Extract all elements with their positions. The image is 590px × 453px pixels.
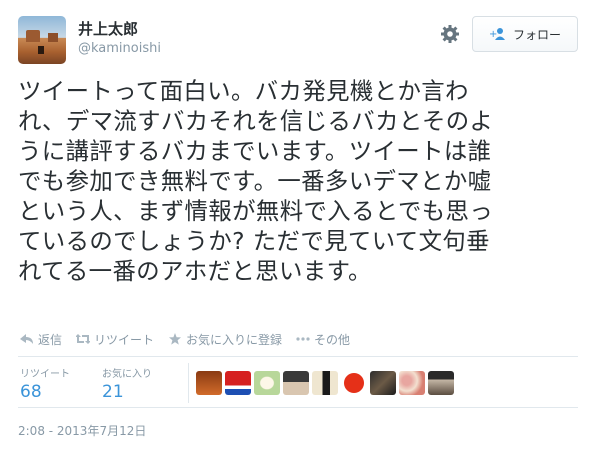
reply-action[interactable]: 返信 [20,331,62,348]
star-icon [169,333,182,345]
retweets-label: リツイート [20,369,70,380]
retweet-icon [76,334,91,344]
favorites-stat[interactable]: お気に入り 21 [102,365,152,402]
favorite-action[interactable]: お気に入りに登録 [168,331,282,348]
retweeter-avatars [196,371,454,395]
retweets-count: 68 [20,382,42,402]
tweet-text: ツイートって面白い。バカ発見機とか言わ れ、デマ流すバカそれを信じるバカとそのよ… [18,76,578,286]
retweeter-avatar[interactable] [196,371,222,395]
retweeter-avatar[interactable] [428,371,454,395]
retweeter-avatar[interactable] [370,371,396,395]
reply-icon [20,334,33,344]
avatar-mesa-shape [48,33,58,42]
tweet-line: うに講評するバカまでいます。ツイートは誰 [18,137,492,165]
screen-name[interactable]: @kaminoishi [78,41,161,56]
avatar-mesa-shape [26,30,40,42]
favorite-label: お気に入りに登録 [186,332,283,347]
gear-icon[interactable] [440,24,460,44]
stats-divider [188,363,189,403]
add-user-icon: + [489,28,505,40]
retweet-action[interactable]: リツイート [76,331,154,348]
display-name[interactable]: 井上太郎 [78,18,138,39]
tweet-line: ツイートって面白い。バカ発見機とか言わ [18,77,469,105]
more-action[interactable]: その他 [296,331,350,348]
retweets-stat[interactable]: リツイート 68 [20,365,70,402]
tweet-timestamp[interactable]: 2:08 - 2013年7月12日 [18,422,146,439]
retweeter-avatar[interactable] [254,371,280,395]
favorites-label: お気に入り [102,369,152,380]
follow-button[interactable]: + フォロー [472,16,578,52]
avatar-rider-shape [38,46,44,54]
tweet-line: れ、デマ流すバカそれを信じるバカとそのよ [18,107,494,135]
user-avatar[interactable] [18,16,66,64]
reply-label: 返信 [38,332,63,347]
tweet-header: 井上太郎 @kaminoishi + フォロー [18,16,578,64]
more-label: その他 [314,332,351,347]
retweet-label: リツイート [94,332,155,347]
retweeter-avatar[interactable] [341,371,367,395]
tweet-line: れてる一番のアホだと思います。 [18,257,372,285]
tweet-line: でも参加でき無料です。一番多いデマとか嘘 [18,167,492,195]
retweeter-avatar[interactable] [225,371,251,395]
retweeter-avatar[interactable] [312,371,338,395]
retweeter-avatar[interactable] [399,371,425,395]
favorites-count: 21 [102,382,124,402]
tweet-stats: リツイート 68 お気に入り 21 [18,356,578,408]
svg-text:+: + [489,29,497,40]
retweeter-avatar[interactable] [283,371,309,395]
tweet-actions: 返信 リツイート お気に入りに登録 その他 [20,330,364,348]
follow-button-label: フォロー [512,27,561,42]
tweet-line: ているのでしょうか? ただで見ていて文句垂 [18,227,490,255]
tweet-line: という人、まず情報が無料で入るとでも思っ [18,197,494,225]
more-dots-icon [296,337,310,341]
